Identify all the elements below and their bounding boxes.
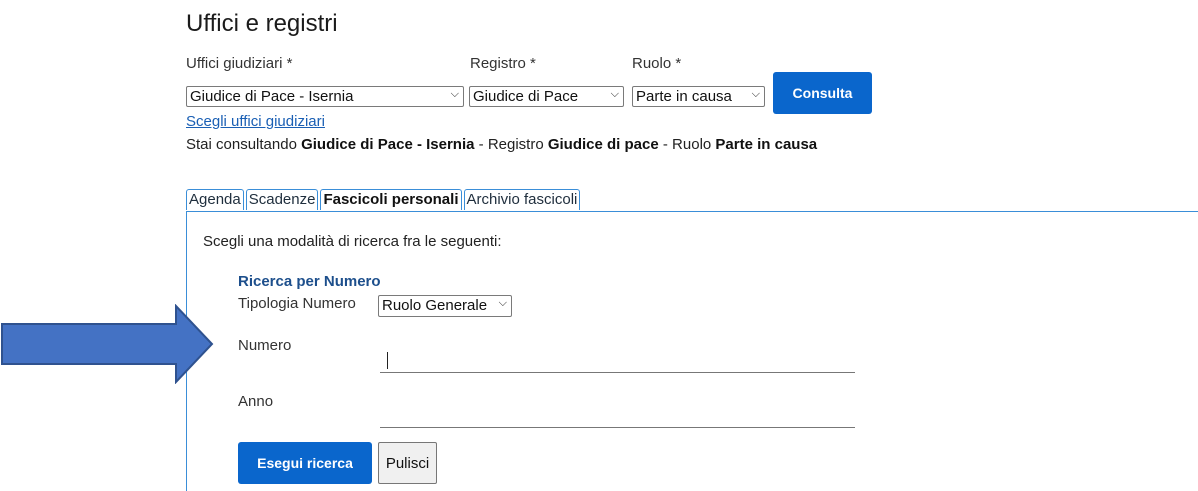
chevron-down-icon: ⌵ bbox=[610, 88, 619, 100]
uffici-label: Uffici giudiziari * bbox=[186, 55, 293, 72]
status-office: Giudice di Pace - Isernia bbox=[301, 136, 475, 153]
text-caret bbox=[387, 352, 388, 369]
tab-agenda[interactable]: Agenda bbox=[186, 189, 244, 210]
search-mode-prompt: Scegli una modalità di ricerca fra le se… bbox=[203, 233, 502, 250]
status-ruolo: Parte in causa bbox=[715, 136, 818, 153]
tab-fascicoli-personali[interactable]: Fascicoli personali bbox=[320, 189, 462, 210]
status-registro: Giudice di pace bbox=[547, 136, 659, 153]
anno-field[interactable] bbox=[380, 403, 855, 428]
registro-label: Registro * bbox=[470, 55, 536, 72]
consultation-status: Stai consultando Giudice di Pace - Isern… bbox=[186, 136, 817, 153]
tab-archivio-fascicoli[interactable]: Archivio fascicoli bbox=[463, 189, 581, 210]
anno-label: Anno bbox=[238, 393, 274, 410]
uffici-select-value: Giudice di Pace - Isernia bbox=[190, 88, 354, 105]
status-prefix: Stai consultando bbox=[186, 136, 302, 153]
chevron-down-icon: ⌵ bbox=[498, 297, 507, 309]
chevron-down-icon: ⌵ bbox=[450, 88, 459, 100]
status-registro-prefix: - Registro bbox=[474, 136, 548, 153]
ruolo-label: Ruolo * bbox=[632, 55, 682, 72]
tab-bar: Agenda Scadenze Fascicoli personali Arch… bbox=[186, 189, 582, 210]
arrow-right-icon bbox=[1, 304, 214, 384]
registro-select-value: Giudice di Pace bbox=[473, 88, 579, 105]
tipologia-label: Tipologia Numero bbox=[238, 295, 356, 312]
tab-scadenze[interactable]: Scadenze bbox=[245, 189, 319, 210]
consulta-button[interactable]: Consulta bbox=[773, 72, 872, 114]
tipologia-select[interactable]: Ruolo Generale ⌵ bbox=[378, 295, 512, 317]
chevron-down-icon: ⌵ bbox=[751, 88, 760, 100]
esegui-ricerca-button[interactable]: Esegui ricerca bbox=[238, 442, 372, 484]
ruolo-select-value: Parte in causa bbox=[636, 88, 732, 105]
page-title: Uffici e registri bbox=[186, 10, 338, 37]
scegli-uffici-link[interactable]: Scegli uffici giudiziari bbox=[186, 113, 325, 130]
registro-select[interactable]: Giudice di Pace ⌵ bbox=[469, 86, 624, 107]
tipologia-select-value: Ruolo Generale bbox=[382, 297, 488, 314]
section-title: Ricerca per Numero bbox=[238, 273, 381, 290]
pulisci-button[interactable]: Pulisci bbox=[378, 442, 437, 484]
tab-divider bbox=[186, 211, 1198, 212]
numero-label: Numero bbox=[238, 337, 292, 354]
ruolo-select[interactable]: Parte in causa ⌵ bbox=[632, 86, 765, 107]
numero-field[interactable] bbox=[380, 348, 855, 373]
uffici-select[interactable]: Giudice di Pace - Isernia ⌵ bbox=[186, 86, 464, 107]
status-ruolo-prefix: - Ruolo bbox=[658, 136, 716, 153]
